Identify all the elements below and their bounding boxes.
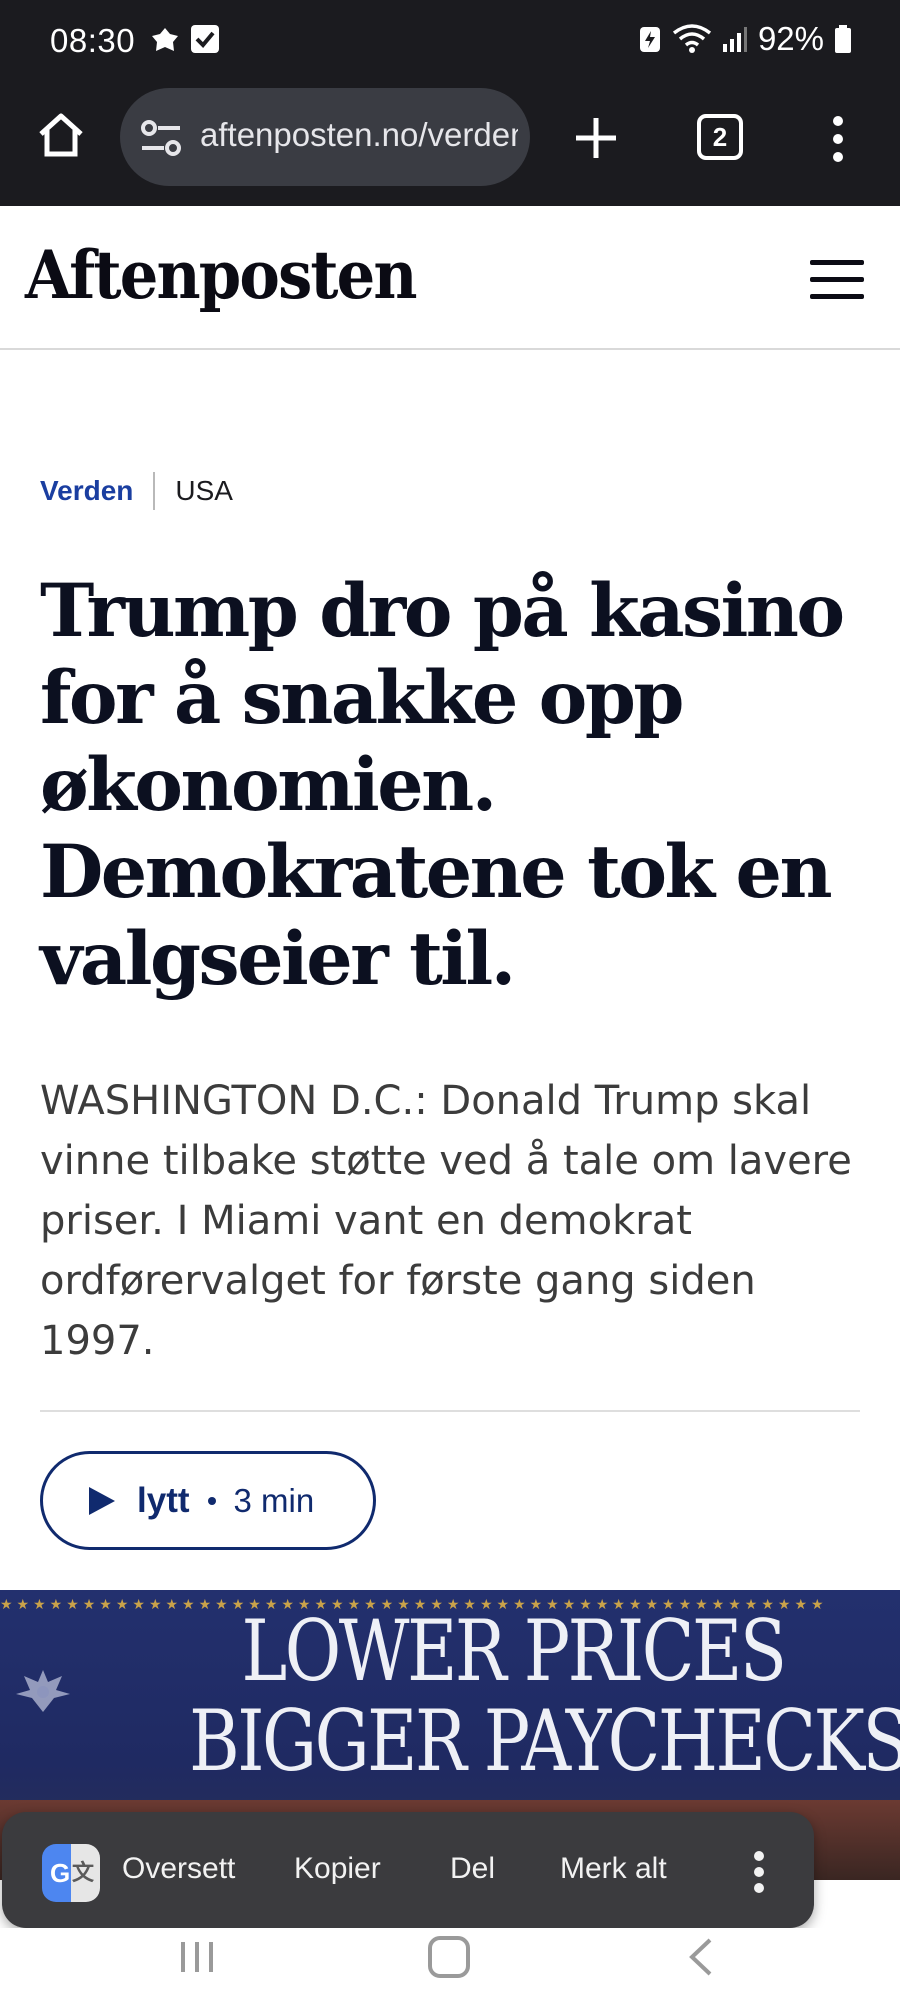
- battery-icon: [835, 25, 851, 53]
- banner-line-1: LOWER PRICES: [241, 1602, 787, 1700]
- battery-saver-icon: [639, 27, 660, 52]
- site-settings-icon[interactable]: [140, 118, 182, 158]
- divider: [40, 1410, 860, 1412]
- article-lead: WASHINGTON D.C.: Donald Trump skal vinne…: [40, 1078, 852, 1364]
- new-tab-icon[interactable]: [570, 112, 622, 164]
- podium-banner: LOWER PRICES BIGGER PAYCHECKS: [189, 1602, 900, 1790]
- site-header: Aftenposten: [0, 206, 900, 350]
- address-bar[interactable]: aftenposten.no/verden: [120, 88, 530, 186]
- wifi-icon: [672, 24, 712, 53]
- listen-duration: 3 min: [233, 1481, 315, 1519]
- separator-dot: [207, 1496, 216, 1505]
- more-options-icon[interactable]: [750, 1848, 768, 1896]
- breadcrumb-divider: [153, 472, 156, 510]
- signal-icon: [722, 27, 747, 52]
- breadcrumb: Verden USA: [40, 472, 233, 510]
- status-bar: 08:30 92%: [0, 0, 900, 84]
- google-translate-icon[interactable]: G文: [42, 1844, 100, 1902]
- section-link[interactable]: Verden: [40, 475, 133, 507]
- text-selection-toolbar: G文 Oversett Kopier Del Merk alt: [2, 1812, 814, 1928]
- banner-line-2: BIGGER PAYCHECKS: [189, 1692, 900, 1790]
- play-icon: [89, 1486, 115, 1515]
- eagle-seal-icon: [16, 1670, 70, 1712]
- select-all-button[interactable]: Merk alt: [560, 1852, 667, 1886]
- home-button-icon[interactable]: [428, 1936, 470, 1978]
- listen-button[interactable]: lytt 3 min: [40, 1451, 376, 1550]
- recent-apps-icon[interactable]: [178, 1938, 216, 1976]
- back-icon[interactable]: [686, 1936, 716, 1978]
- battery-percent: 92%: [757, 20, 824, 57]
- more-options-icon[interactable]: [826, 114, 850, 164]
- tab-switcher-button[interactable]: 2: [697, 114, 743, 160]
- checkbox-icon: [191, 25, 219, 53]
- url-text[interactable]: aftenposten.no/verden: [200, 116, 518, 154]
- menu-icon[interactable]: [810, 260, 864, 300]
- browser-toolbar: aftenposten.no/verden 2: [0, 84, 900, 206]
- share-button[interactable]: Del: [450, 1852, 495, 1886]
- system-nav-bar: [0, 1928, 900, 2000]
- copy-button[interactable]: Kopier: [294, 1852, 381, 1886]
- status-time: 08:30: [50, 22, 136, 59]
- notification-icon: [152, 28, 178, 51]
- listen-label: lytt: [137, 1480, 190, 1520]
- site-logo[interactable]: Aftenposten: [25, 236, 418, 314]
- home-icon[interactable]: [36, 110, 86, 160]
- translate-button[interactable]: Oversett: [122, 1852, 235, 1886]
- article-headline: Trump dro på kasino for å snakke opp øko…: [40, 568, 845, 1002]
- subsection-link[interactable]: USA: [175, 475, 233, 507]
